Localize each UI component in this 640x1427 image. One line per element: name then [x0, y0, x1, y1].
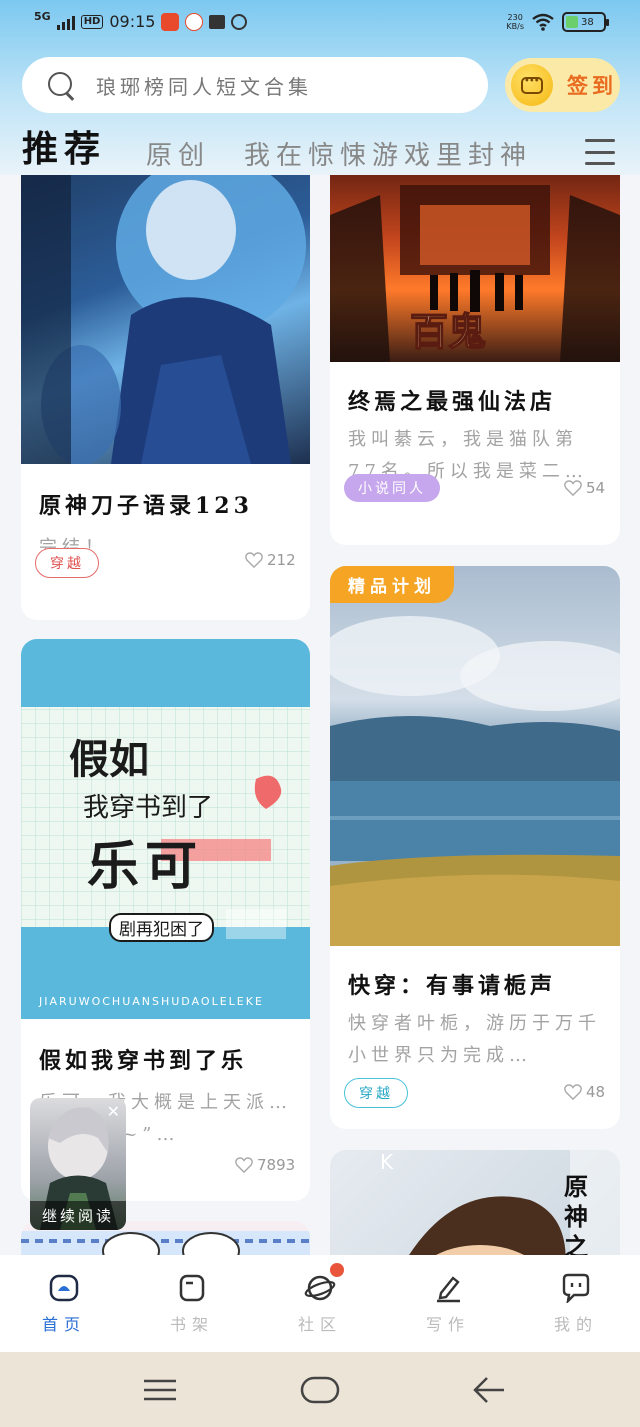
system-navigation-bar: [0, 1352, 640, 1427]
book-title: 假如我穿书到了乐: [39, 1048, 248, 1074]
book-card[interactable]: K 原神之: [330, 1150, 620, 1255]
cover-pinyin: JIARUWOCHUANSHUDAOLELEKE: [39, 995, 264, 1008]
book-title: 快穿：有事请栀声: [348, 973, 557, 999]
cover-subtitle: 我穿书到了: [83, 793, 214, 823]
bookshelf-icon: [179, 1274, 205, 1302]
book-cover: K 原神之: [330, 1150, 620, 1255]
net-speed: 230 KB/s: [506, 13, 524, 31]
search-icon: [46, 70, 76, 100]
tab-recommend[interactable]: 推荐: [22, 120, 106, 172]
heart-icon: [564, 1084, 582, 1100]
book-card[interactable]: 百鬼 终焉之最强仙法店 我叫綦云，我是猫队第77名。所以我是菜二… 小说同人 5…: [330, 175, 620, 545]
continue-reading-widget[interactable]: ✕ 继续阅读: [30, 1098, 126, 1230]
game-notification-icon: [185, 12, 204, 31]
notification-dot: [330, 1263, 344, 1277]
planet-icon: [304, 1275, 336, 1301]
search-placeholder: 琅琊榜同人短文合集: [96, 74, 312, 99]
book-cover: 百鬼: [330, 175, 620, 362]
like-count[interactable]: 212: [245, 551, 296, 569]
genre-tag: 穿越: [344, 1078, 408, 1108]
hd-icon: HD: [80, 14, 104, 29]
book-title: 原神刀子语录123: [39, 493, 253, 519]
cover-tagline: 剧再犯困了: [109, 913, 214, 942]
chat-icon: [562, 1273, 590, 1303]
tab-original[interactable]: 原创: [146, 135, 210, 172]
continue-reading-label: 继续阅读: [30, 1201, 126, 1230]
menu-icon[interactable]: [585, 139, 615, 165]
status-bar: 5G HD 09:15 230 KB/s 38: [0, 0, 640, 46]
nav-write-label: 写作: [425, 1315, 470, 1334]
nav-me-label: 我的: [553, 1315, 598, 1334]
nav-community[interactable]: 社区: [256, 1255, 384, 1352]
nav-home[interactable]: 首页: [0, 1255, 128, 1352]
back-icon[interactable]: [473, 1376, 505, 1404]
signin-label: 签到: [567, 73, 617, 98]
signin-button[interactable]: 签到: [505, 58, 620, 112]
nav-bookshelf[interactable]: 书架: [128, 1255, 256, 1352]
heart-icon: [564, 480, 582, 496]
nav-me[interactable]: 我的: [512, 1255, 640, 1352]
app-notification-icon: [161, 12, 180, 31]
cover-title: 原神之: [564, 1172, 588, 1255]
category-tabs: 推荐 原创 我在惊悚游戏里封神: [22, 128, 566, 172]
battery-icon: 38: [562, 12, 609, 32]
book-card[interactable]: 原神刀子语录123 完结！ 穿越 212: [21, 175, 310, 620]
nav-write[interactable]: 写作: [384, 1255, 512, 1352]
chat-coin-icon: [511, 64, 553, 106]
network-label: 5G: [34, 10, 51, 23]
pen-icon: [437, 1276, 460, 1303]
wifi-icon: [532, 13, 554, 31]
signal-icon: [56, 14, 75, 30]
book-cover: [21, 175, 310, 464]
home-icon: [49, 1274, 79, 1302]
home-button-icon[interactable]: [300, 1376, 340, 1404]
heart-icon: [235, 1157, 253, 1173]
clock: 09:15: [109, 12, 156, 31]
book-card[interactable]: 精品计划 快穿：有事请栀声 快穿者叶栀，游历于万千小世界只为完成… 穿越 48: [330, 566, 620, 1129]
like-count[interactable]: 48: [564, 1083, 605, 1101]
nav-home-label: 首页: [41, 1315, 86, 1334]
like-count[interactable]: 54: [564, 479, 605, 497]
book-notification-icon: [209, 14, 226, 29]
link-notification-icon: [231, 13, 248, 30]
cover-name: 乐可: [87, 836, 204, 897]
genre-tag: 穿越: [35, 548, 99, 578]
heart-icon: [245, 552, 263, 568]
svg-text:百鬼: 百鬼: [410, 309, 486, 354]
book-feed[interactable]: 原神刀子语录123 完结！ 穿越 212 百鬼 终焉之最强仙法店: [0, 175, 640, 1255]
nav-bookshelf-label: 书架: [169, 1315, 214, 1334]
recent-apps-icon[interactable]: [143, 1378, 177, 1402]
book-cover: 假如 我穿书到了 乐可 剧再犯困了 JIARUWOCHUANSHUDAOLELE…: [21, 639, 310, 1019]
premium-badge: 精品计划: [330, 566, 454, 603]
book-title: 终焉之最强仙法店: [348, 389, 557, 415]
like-count[interactable]: 7893: [235, 1156, 295, 1174]
nav-community-label: 社区: [297, 1315, 342, 1334]
book-cover: 精品计划: [330, 566, 620, 946]
cover-title: 假如: [69, 736, 149, 783]
search-bar[interactable]: 琅琊榜同人短文合集: [22, 57, 488, 113]
tab-horror-game[interactable]: 我在惊悚游戏里封神: [244, 135, 532, 172]
cover-letter: K: [380, 1150, 394, 1174]
genre-tag: 小说同人: [344, 474, 440, 502]
bottom-navigation: 首页 书架 社区 写作 我的: [0, 1255, 640, 1352]
book-description: 快穿者叶栀，游历于万千小世界只为完成…: [348, 1013, 601, 1066]
close-icon[interactable]: ✕: [107, 1102, 120, 1121]
